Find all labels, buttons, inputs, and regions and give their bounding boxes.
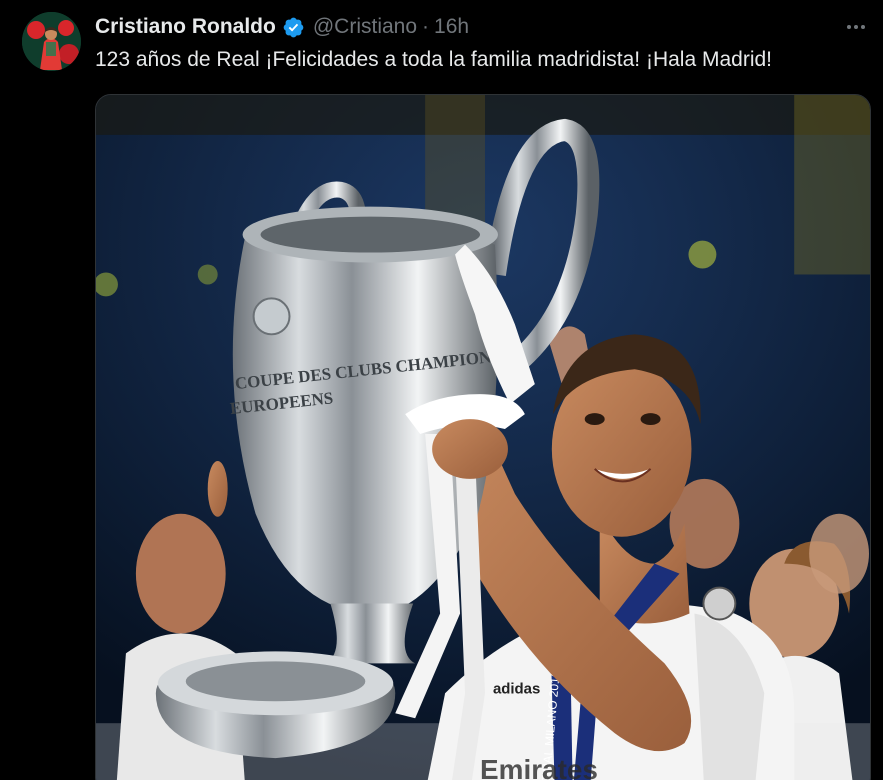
tweet-text: 123 años de Real ¡Felicidades a toda la …	[95, 48, 773, 71]
shirt-sponsor-text: Emirates	[480, 754, 598, 780]
tweet-card[interactable]: Cristiano Ronaldo @Cristiano · 16h 123 a…	[0, 0, 883, 780]
more-dot	[847, 25, 851, 29]
tweet-media-photo[interactable]: FINAL MILANO 2016 adidas Emirates COUPE …	[95, 94, 871, 780]
timestamp[interactable]: 16h	[434, 15, 469, 39]
display-name[interactable]: Cristiano Ronaldo	[95, 15, 276, 39]
shirt-brand-text: adidas	[493, 680, 540, 697]
separator-dot: ·	[422, 15, 430, 38]
more-dot	[861, 25, 865, 29]
more-dot	[854, 25, 858, 29]
tweet-header: Cristiano Ronaldo @Cristiano · 16h	[95, 14, 469, 40]
handle[interactable]: @Cristiano	[313, 15, 417, 39]
verified-badge-icon[interactable]	[282, 16, 305, 39]
avatar[interactable]	[22, 12, 81, 71]
photo-illustration: FINAL MILANO 2016 adidas Emirates COUPE …	[96, 95, 870, 780]
more-horizontal-icon[interactable]	[843, 14, 869, 40]
avatar-image	[22, 12, 81, 71]
